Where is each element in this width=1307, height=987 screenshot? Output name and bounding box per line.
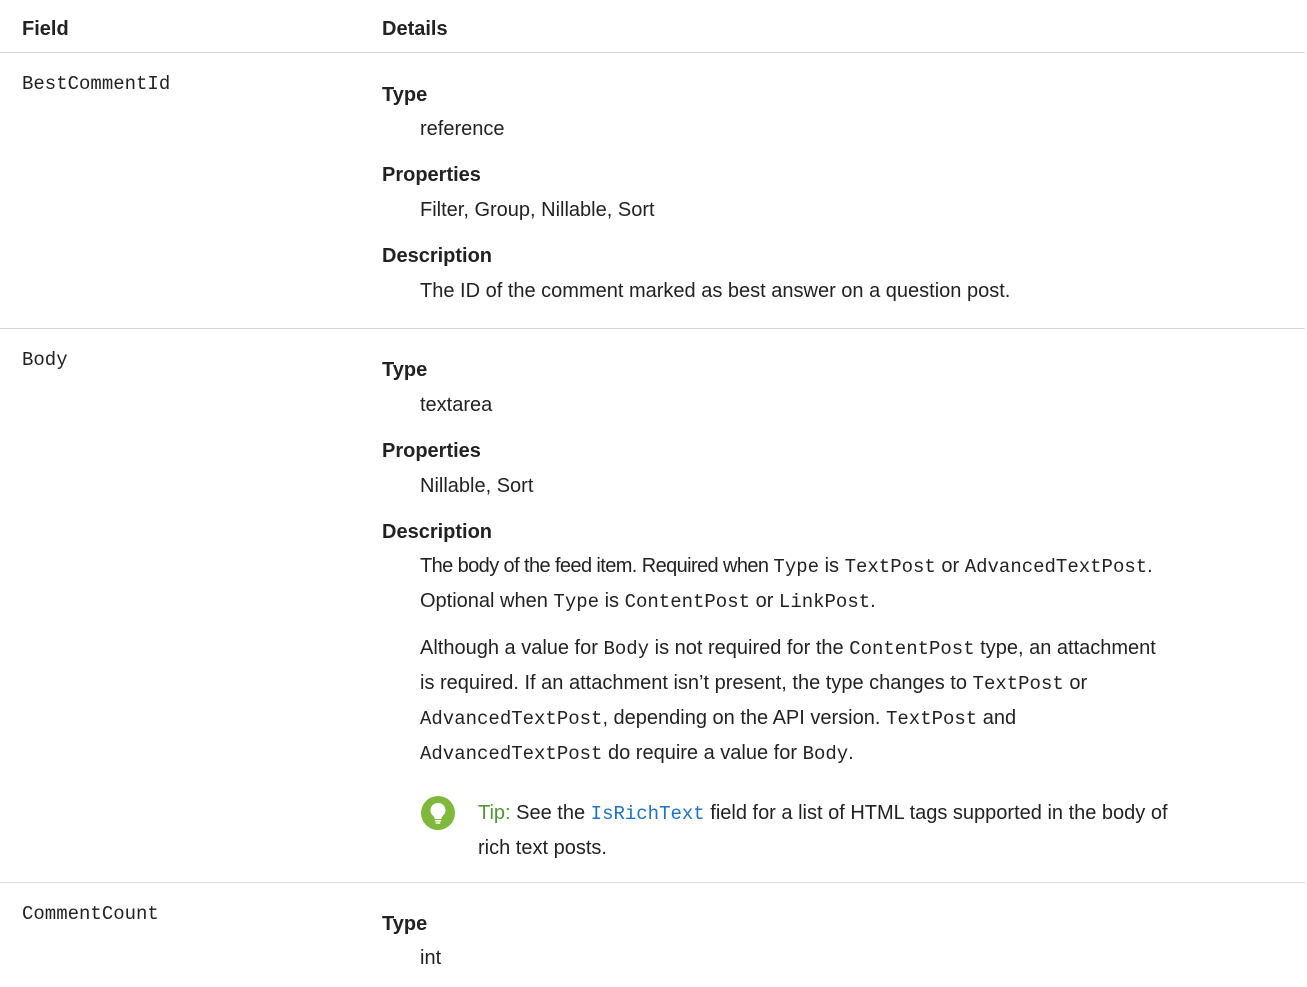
tip-label: Tip: bbox=[478, 802, 511, 824]
code-type: Type bbox=[773, 556, 820, 578]
text: is required. If an attachment isn’t pres… bbox=[420, 672, 973, 694]
text: or bbox=[1063, 672, 1088, 694]
text: . bbox=[1147, 555, 1153, 577]
type-label: Type bbox=[382, 359, 428, 381]
code-body: Body bbox=[603, 638, 650, 660]
text: . bbox=[848, 742, 854, 764]
properties-label: Properties bbox=[382, 440, 481, 462]
description-label: Description bbox=[382, 521, 493, 543]
code-body: Body bbox=[802, 743, 849, 765]
code-textpost: TextPost bbox=[844, 556, 936, 578]
properties-label: Properties bbox=[382, 164, 481, 186]
description-line: AdvancedTextPost do require a value for … bbox=[420, 736, 854, 772]
table-row: BestCommentId Type reference Properties … bbox=[0, 53, 1305, 329]
type-value: reference bbox=[420, 118, 505, 140]
isrichtext-link[interactable]: IsRichText bbox=[591, 803, 705, 825]
code-textpost: TextPost bbox=[885, 708, 978, 730]
description-value: The ID of the comment marked as best ans… bbox=[420, 280, 1011, 302]
field-name: CommentCount bbox=[22, 903, 159, 925]
description-line: Although a value for Body is not require… bbox=[420, 631, 1156, 667]
text: is bbox=[599, 590, 625, 612]
tip-text-line: rich text posts. bbox=[478, 831, 607, 866]
description-line: Optional when Type is ContentPost or Lin… bbox=[420, 584, 876, 620]
text: field for a list of HTML tags supported … bbox=[704, 802, 1168, 824]
field-name: Body bbox=[22, 349, 68, 371]
column-header-field: Field bbox=[22, 18, 69, 40]
text: or bbox=[750, 590, 779, 612]
text: rich text posts. bbox=[478, 837, 607, 859]
table-header: Field Details bbox=[0, 0, 1305, 53]
text: type, an attachment bbox=[974, 637, 1156, 659]
text: or bbox=[935, 555, 965, 577]
text: , depending on the API version. bbox=[602, 707, 886, 729]
code-advancedtextpost: AdvancedTextPost bbox=[964, 556, 1148, 578]
text: Optional when bbox=[420, 590, 554, 612]
text: . bbox=[870, 590, 876, 612]
text: The body of the feed item. Required when bbox=[420, 555, 774, 577]
description-line: is required. If an attachment isn’t pres… bbox=[420, 666, 1087, 702]
table-row: CommentCount Type int bbox=[0, 883, 1305, 987]
description-line: AdvancedTextPost, depending on the API v… bbox=[420, 701, 1016, 737]
description-line: The body of the feed item. Required when… bbox=[420, 549, 1153, 585]
properties-value: Filter, Group, Nillable, Sort bbox=[420, 199, 655, 221]
code-linkpost: LinkPost bbox=[778, 591, 871, 613]
code-contentpost: ContentPost bbox=[624, 591, 751, 613]
text: See the bbox=[510, 802, 591, 824]
code-type: Type bbox=[553, 591, 600, 613]
text: do require a value for bbox=[602, 742, 803, 764]
column-header-details: Details bbox=[382, 18, 448, 40]
code-contentpost: ContentPost bbox=[849, 638, 975, 660]
text: Although a value for bbox=[420, 637, 604, 659]
text: and bbox=[977, 707, 1017, 729]
code-advancedtextpost: AdvancedTextPost bbox=[420, 743, 603, 765]
type-label: Type bbox=[382, 84, 428, 106]
code-textpost: TextPost bbox=[972, 673, 1064, 695]
text: is bbox=[819, 555, 845, 577]
type-value: textarea bbox=[420, 394, 493, 416]
field-name: BestCommentId bbox=[22, 73, 171, 95]
lightbulb-icon bbox=[421, 796, 455, 830]
properties-value: Nillable, Sort bbox=[420, 475, 534, 497]
type-label: Type bbox=[382, 913, 428, 935]
description-label: Description bbox=[382, 245, 493, 267]
code-advancedtextpost: AdvancedTextPost bbox=[420, 708, 603, 730]
type-value: int bbox=[420, 947, 442, 969]
text: is not required for the bbox=[649, 637, 850, 659]
tip-text-line: Tip: See the IsRichText field for a list… bbox=[478, 796, 1168, 832]
